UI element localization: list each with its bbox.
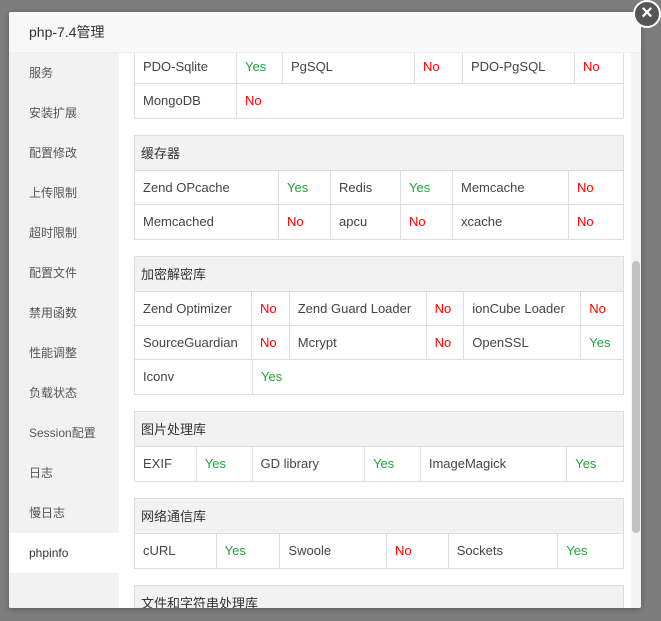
sidebar-item-3[interactable]: 上传限制 — [9, 173, 119, 213]
extension-status: No — [589, 301, 606, 316]
sidebar-item-10[interactable]: 日志 — [9, 453, 119, 493]
extension-name: MongoDB — [135, 84, 237, 118]
extension-status: No — [401, 205, 453, 239]
extension-status: Yes — [279, 171, 331, 205]
extension-status: Yes — [217, 534, 281, 568]
extension-row: Iconv Yes — [135, 360, 623, 394]
extension-row: cURL Yes Swoole No Sockets Yes — [135, 534, 623, 568]
extension-status: Yes — [197, 447, 253, 481]
extension-status: Yes — [261, 369, 283, 384]
extension-name: Swoole — [280, 534, 387, 568]
extension-status: No — [245, 93, 262, 108]
extension-status: No — [279, 205, 331, 239]
extension-status: No — [427, 292, 465, 326]
extension-row: Memcached No apcu No xcache No — [135, 205, 623, 239]
extension-name: xcache — [453, 205, 569, 239]
close-icon[interactable]: × — [633, 0, 661, 28]
sidebar-item-9[interactable]: Session配置 — [9, 413, 119, 453]
extension-status: No — [252, 292, 290, 326]
extension-name: EXIF — [135, 447, 197, 481]
sidebar-item-12[interactable]: phpinfo — [9, 533, 119, 573]
sidebar-item-4[interactable]: 超时限制 — [9, 213, 119, 253]
section-3: 图片处理库 EXIF Yes GD library Yes ImageMagick Yes — [134, 411, 624, 482]
extension-name: ImageMagick — [421, 447, 568, 481]
extension-name: PDO-PgSQL — [463, 53, 575, 84]
extension-status: Yes — [575, 456, 597, 471]
extension-row: Zend OPcache Yes Redis Yes Memcache No — [135, 171, 623, 205]
section-title: 加密解密库 — [135, 256, 623, 292]
extension-name: Memcached — [135, 205, 279, 239]
extension-status: Yes — [365, 447, 421, 481]
extension-status: No — [577, 180, 594, 195]
extension-name: Redis — [331, 171, 401, 205]
section-5: 文件和字符串处理库 — [134, 585, 624, 608]
section-0: PDO-Sqlite Yes PgSQL No PDO-PgSQL No MongoDB No — [134, 53, 624, 119]
extension-row: SourceGuardian No Mcrypt No OpenSSL Yes — [135, 326, 623, 360]
extension-sections: PDO-Sqlite Yes PgSQL No PDO-PgSQL No MongoDB No… — [134, 53, 624, 608]
extension-status: No — [387, 534, 449, 568]
extension-name: apcu — [331, 205, 401, 239]
extension-status: Yes — [589, 335, 611, 350]
phpinfo-panel[interactable]: PDO-Sqlite Yes PgSQL No PDO-PgSQL No MongoDB No… — [119, 53, 641, 608]
extension-name: PgSQL — [283, 53, 415, 84]
sidebar-item-5[interactable]: 配置文件 — [9, 253, 119, 293]
section-4: 网络通信库 cURL Yes Swoole No Sockets Yes — [134, 498, 624, 569]
extension-status: Yes — [401, 171, 453, 205]
dialog-title: php-7.4管理 — [9, 12, 641, 53]
extension-name: SourceGuardian — [135, 326, 252, 360]
sidebar-item-7[interactable]: 性能调整 — [9, 333, 119, 373]
section-title: 文件和字符串处理库 — [135, 585, 623, 608]
extension-name: OpenSSL — [464, 326, 582, 360]
extension-name: Memcache — [453, 171, 569, 205]
php-manager-dialog: php-7.4管理 服务 安装扩展 配置修改 上传限制 超时限制 配置文件 禁用函数 性能调整… — [9, 12, 641, 608]
extension-row: MongoDB No — [135, 84, 623, 118]
section-title: 图片处理库 — [135, 411, 623, 447]
extension-name: ionCube Loader — [464, 292, 582, 326]
extension-name: Mcrypt — [290, 326, 427, 360]
extension-status: No — [577, 214, 594, 229]
sidebar-item-8[interactable]: 负载状态 — [9, 373, 119, 413]
extension-row: PDO-Sqlite Yes PgSQL No PDO-PgSQL No — [135, 53, 623, 84]
sidebar-item-11[interactable]: 慢日志 — [9, 493, 119, 533]
extension-name: Zend Guard Loader — [290, 292, 427, 326]
section-title: 缓存器 — [135, 135, 623, 171]
section-1: 缓存器 Zend OPcache Yes Redis Yes Memcache No Memc… — [134, 135, 624, 240]
sidebar-item-6[interactable]: 禁用函数 — [9, 293, 119, 333]
sidebar-item-0[interactable]: 服务 — [9, 53, 119, 93]
extension-status: Yes — [566, 543, 588, 558]
extension-status: Yes — [237, 53, 283, 84]
section-title: 网络通信库 — [135, 498, 623, 534]
extension-name: Iconv — [135, 360, 253, 394]
extension-status: No — [252, 326, 290, 360]
extension-status: No — [583, 59, 600, 74]
extension-name: Zend OPcache — [135, 171, 279, 205]
extension-name: cURL — [135, 534, 217, 568]
extension-name: PDO-Sqlite — [135, 53, 237, 84]
extension-row: Zend Optimizer No Zend Guard Loader No ionCu… — [135, 292, 623, 326]
extension-row: EXIF Yes GD library Yes ImageMagick Yes — [135, 447, 623, 481]
sidebar-item-2[interactable]: 配置修改 — [9, 133, 119, 173]
extension-name: Zend Optimizer — [135, 292, 252, 326]
extension-name: GD library — [253, 447, 366, 481]
extension-name: Sockets — [449, 534, 559, 568]
scrollbar-thumb[interactable] — [632, 261, 640, 533]
scrollbar[interactable] — [631, 53, 641, 608]
section-2: 加密解密库 Zend Optimizer No Zend Guard Loader No… — [134, 256, 624, 395]
sidebar-item-1[interactable]: 安装扩展 — [9, 93, 119, 133]
extension-status: No — [427, 326, 465, 360]
sidebar: 服务 安装扩展 配置修改 上传限制 超时限制 配置文件 禁用函数 性能调整 负载状态 Sessio… — [9, 53, 119, 608]
extension-status: No — [415, 53, 463, 84]
